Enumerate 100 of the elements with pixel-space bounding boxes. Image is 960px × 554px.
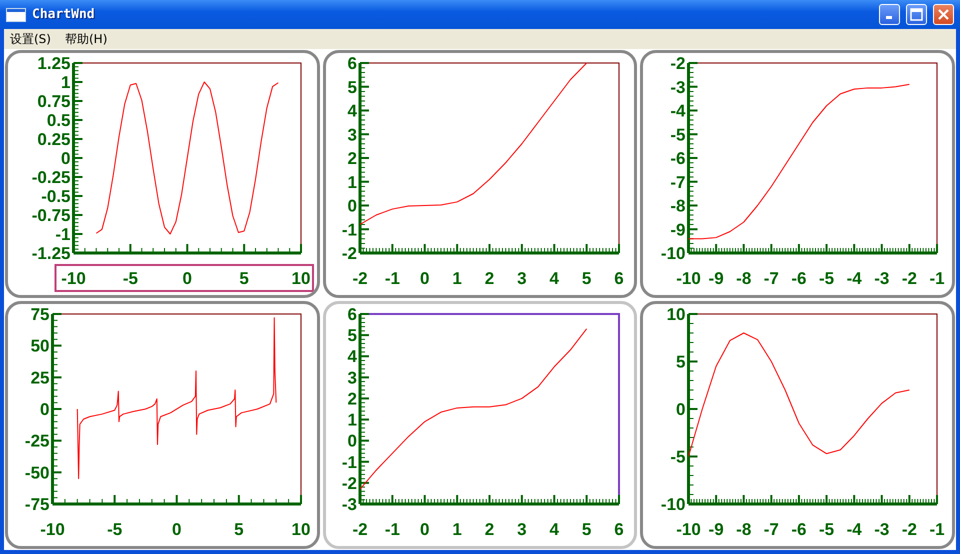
y-tick-label: 3 xyxy=(348,125,357,144)
x-tick-label: -7 xyxy=(763,520,779,539)
x-tick-label: 6 xyxy=(614,520,624,539)
y-tick-label: -1.25 xyxy=(32,244,71,263)
y-tick-label: 75 xyxy=(30,305,50,324)
y-tick-label: 1.25 xyxy=(38,54,71,73)
x-tick-label: -2 xyxy=(352,520,368,539)
x-tick-label: 4 xyxy=(550,269,559,288)
y-tick-label: 0.5 xyxy=(47,111,71,130)
x-tick-label: 1 xyxy=(452,269,462,288)
x-tick-label: -10 xyxy=(676,269,700,288)
y-tick-label: -10 xyxy=(660,244,686,263)
chart-panel[interactable]: -10 -5 0 5 10 -10 -9 -8 -7 -6 -5 -4 -3 -2 -1 xyxy=(640,301,955,549)
y-tick-label: -3 xyxy=(670,78,686,97)
x-tick-label: -5 xyxy=(818,520,834,539)
y-tick-label: 5 xyxy=(348,326,357,346)
x-tick-label: -2 xyxy=(901,269,917,288)
y-tick-label: -10 xyxy=(660,495,686,514)
y-tick-label: 3 xyxy=(348,368,357,388)
x-tick-label: 0 xyxy=(420,269,430,288)
x-tick-label: 0 xyxy=(182,269,192,288)
y-tick-label: 5 xyxy=(348,78,357,97)
x-tick-label: 4 xyxy=(550,520,559,539)
y-tick-label: -3 xyxy=(342,495,357,514)
x-tick-label: 5 xyxy=(582,520,592,539)
y-tick-label: -1 xyxy=(342,452,357,472)
y-tick-label: -4 xyxy=(670,102,686,120)
x-tick-label: -7 xyxy=(763,269,779,288)
x-tick-label: -2 xyxy=(352,269,368,288)
x-tick-label: 5 xyxy=(582,269,592,288)
chart-panel[interactable]: -10 -9 -8 -7 -6 -5 -4 -3 -2 -10 -9 -8 -7 -6 -5 -4 -3 -2 -1 xyxy=(640,50,955,298)
window-icon xyxy=(6,8,26,22)
x-tick-label: 5 xyxy=(240,269,250,288)
x-tick-label: -10 xyxy=(676,520,700,539)
y-tick-label: -7 xyxy=(670,172,686,192)
close-icon xyxy=(937,8,950,22)
minimize-button[interactable] xyxy=(879,4,900,26)
x-tick-label: 2 xyxy=(484,269,494,288)
menu-item[interactable]: 帮助(H) xyxy=(64,30,108,48)
x-tick-label: -1 xyxy=(929,269,944,288)
y-tick-label: 6 xyxy=(348,54,357,73)
y-tick-label: 1 xyxy=(348,410,357,430)
x-tick-label: -3 xyxy=(874,520,889,539)
y-tick-label: -6 xyxy=(670,149,686,168)
window-title: ChartWnd xyxy=(32,7,96,22)
y-tick-label: 4 xyxy=(348,347,357,366)
y-tick-label: 25 xyxy=(30,368,50,388)
x-tick-label: 5 xyxy=(234,520,244,539)
y-tick-label: -75 xyxy=(25,495,50,514)
x-tick-label: -4 xyxy=(846,269,862,288)
y-tick-label: -8 xyxy=(670,196,686,216)
x-tick-label: -6 xyxy=(791,520,806,539)
y-tick-label: 2 xyxy=(348,389,357,408)
y-tick-label: 4 xyxy=(348,102,357,120)
maximize-icon xyxy=(910,8,923,22)
x-tick-label: 2 xyxy=(484,520,494,539)
maximize-button[interactable] xyxy=(906,4,927,26)
x-tick-label: 3 xyxy=(517,269,527,288)
x-tick-label: -10 xyxy=(62,269,86,288)
y-tick-label: -25 xyxy=(25,432,50,451)
y-tick-label: -0.75 xyxy=(32,206,71,225)
x-tick-label: 1 xyxy=(452,520,462,539)
y-tick-label: 2 xyxy=(348,149,357,168)
y-tick-label: -9 xyxy=(670,220,686,240)
x-tick-label: 3 xyxy=(517,520,527,539)
x-tick-label: 0 xyxy=(172,520,182,539)
y-tick-label: 0 xyxy=(61,149,71,168)
x-tick-label: -4 xyxy=(846,520,862,539)
menu-item[interactable]: 设置(S) xyxy=(10,30,51,48)
y-tick-label: 0 xyxy=(676,400,686,419)
y-tick-label: -50 xyxy=(25,463,50,482)
x-tick-label: -9 xyxy=(708,520,724,539)
x-tick-label: 10 xyxy=(292,520,311,539)
y-tick-label: 1 xyxy=(61,73,71,92)
y-tick-label: 50 xyxy=(30,336,50,356)
y-tick-label: 0 xyxy=(40,400,50,419)
x-tick-label: -1 xyxy=(929,520,944,539)
chart-panel[interactable]: -75 -50 -25 0 25 50 75 -10 -5 0 5 10 xyxy=(5,301,320,549)
y-tick-label: 6 xyxy=(348,305,357,324)
y-tick-label: 0 xyxy=(348,432,357,451)
y-tick-label: -5 xyxy=(670,125,686,144)
y-tick-label: 5 xyxy=(676,352,686,372)
y-tick-label: -2 xyxy=(670,54,686,73)
close-button[interactable] xyxy=(933,4,954,26)
y-tick-label: -0.5 xyxy=(42,187,71,206)
y-tick-label: -2 xyxy=(342,474,357,493)
y-tick-label: -1 xyxy=(56,225,71,244)
chart-panel[interactable]: -1.25 -1 -0.75 -0.5 -0.25 0 0.25 0.5 0.75 1 1.25 -10 -5 0 5 10 xyxy=(5,50,320,298)
chart-panel[interactable]: -3 -2 -1 0 1 2 3 4 5 6 -2 -1 0 1 2 3 4 5 6 xyxy=(322,301,638,549)
x-tick-label: -3 xyxy=(874,269,889,288)
chart-panel[interactable]: -2 -1 0 1 2 3 4 5 6 -2 -1 0 1 2 3 4 5 6 xyxy=(322,50,638,298)
x-tick-label: -10 xyxy=(40,520,66,539)
x-tick-label: -5 xyxy=(818,269,834,288)
y-tick-label: 0.75 xyxy=(38,92,71,111)
y-tick-label: 10 xyxy=(666,305,686,324)
y-tick-label: 0.25 xyxy=(38,130,71,149)
x-tick-label: -2 xyxy=(901,520,917,539)
x-tick-label: -1 xyxy=(384,269,400,288)
x-tick-label: 6 xyxy=(614,269,624,288)
x-tick-label: -5 xyxy=(123,269,138,288)
